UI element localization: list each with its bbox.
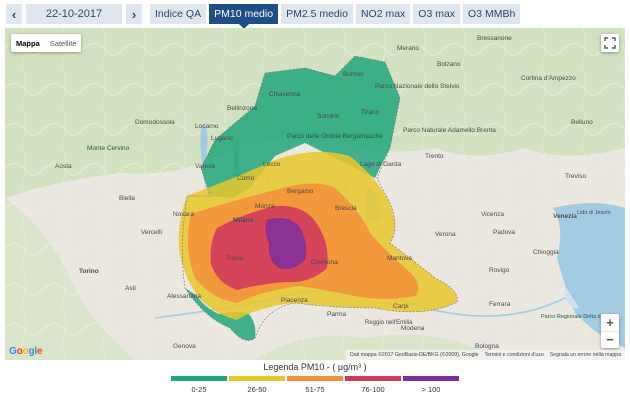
place-label: Tirano xyxy=(361,109,380,116)
legend-label: 26-50 xyxy=(247,385,267,394)
zoom-in-button[interactable]: + xyxy=(601,314,619,332)
legend-swatch xyxy=(229,376,285,381)
tab-pm25-medio[interactable]: PM2.5 medio xyxy=(281,4,353,24)
place-label: Lido di Jesolo xyxy=(577,210,611,216)
place-label: Brescia xyxy=(335,205,357,212)
place-label: Monza xyxy=(255,203,275,210)
tab-o3-mmbh[interactable]: O3 MMBh xyxy=(463,4,521,24)
map-view[interactable]: Bressanone Bolzano Cortina d'Ampezzo Par… xyxy=(5,28,625,360)
place-label: Cortina d'Ampezzo xyxy=(521,75,576,82)
tab-o3-max[interactable]: O3 max xyxy=(413,4,461,24)
place-label: Bologna xyxy=(475,343,499,350)
chevron-right-icon: › xyxy=(131,6,137,22)
place-label: Bressanone xyxy=(477,35,512,42)
map-canvas: Bressanone Bolzano Cortina d'Ampezzo Par… xyxy=(5,28,625,360)
place-label: Parco Naturale Adamello Brenta xyxy=(403,127,496,134)
prev-date-button[interactable]: ‹ xyxy=(6,4,22,24)
place-label: Mantova xyxy=(387,255,412,262)
legend-item: 0-25 xyxy=(170,376,228,394)
map-data-credit: Dati mappa ©2017 GeoBasis-DE/BKG (©2009)… xyxy=(350,352,479,358)
fullscreen-icon xyxy=(604,37,616,49)
place-label: Aosta xyxy=(55,163,72,170)
legend-item: 76-100 xyxy=(344,376,402,394)
place-label: Ferrara xyxy=(489,301,511,308)
place-label: Vercelli xyxy=(141,229,162,236)
tab-no2-max[interactable]: NO2 max xyxy=(355,4,411,24)
next-date-button[interactable]: › xyxy=(126,4,142,24)
place-label: Treviso xyxy=(565,173,586,180)
zoom-out-button[interactable]: − xyxy=(601,332,619,349)
place-label: Parco Nazionale dello Stelvio xyxy=(375,83,460,90)
place-label: Chiavenna xyxy=(269,91,300,98)
place-label: Trento xyxy=(425,153,444,160)
legend-label: 51-75 xyxy=(305,385,325,394)
place-label: Chioggia xyxy=(533,249,559,256)
place-label: Parco delle Orobie Bergamasche xyxy=(287,133,383,140)
date-display[interactable]: 22-10-2017 xyxy=(26,4,122,24)
place-label: Lecco xyxy=(263,161,281,168)
legend-swatch xyxy=(171,376,227,381)
legend-item: > 100 xyxy=(402,376,460,394)
place-label: Monte Cervino xyxy=(87,145,130,152)
place-label: Modena xyxy=(401,325,425,332)
place-label: Bolzano xyxy=(437,61,461,68)
map-type-map-button[interactable]: Mappa xyxy=(11,34,45,52)
place-label: Belluno xyxy=(571,119,593,126)
place-label: Pavia xyxy=(227,255,244,262)
place-label: Bellinzona xyxy=(227,105,257,112)
place-label: Asti xyxy=(125,285,136,292)
place-label: Rovigo xyxy=(489,267,510,274)
zoom-control: + − xyxy=(601,314,619,348)
tab-indice-qa[interactable]: Indice QA xyxy=(150,4,207,24)
place-label: Verona xyxy=(435,231,456,238)
place-label: Parma xyxy=(327,311,347,318)
chevron-left-icon: ‹ xyxy=(11,6,17,22)
place-label: Lugano xyxy=(211,135,233,142)
place-label: Como xyxy=(237,175,255,182)
place-label: Novara xyxy=(173,211,194,218)
legend-label: 0-25 xyxy=(191,385,207,394)
legend-swatch xyxy=(345,376,401,381)
place-label: Alessandria xyxy=(167,293,201,300)
legend-label: > 100 xyxy=(421,385,441,394)
report-error-link[interactable]: Segnala un errore nella mappa xyxy=(550,352,621,358)
map-type-satellite-button[interactable]: Satellite xyxy=(45,34,82,52)
legend-swatch xyxy=(403,376,459,381)
place-label: Bergamo xyxy=(287,188,314,195)
place-label: Lago di Garda xyxy=(360,161,402,168)
place-label: Milano xyxy=(233,217,254,224)
place-label: Bormio xyxy=(343,71,364,78)
google-logo[interactable]: Google xyxy=(9,346,43,357)
place-label: Varese xyxy=(195,163,215,170)
place-label: Genova xyxy=(173,343,196,350)
place-label: Locarno xyxy=(195,123,219,130)
legend: 0-25 26-50 51-75 76-100 > 100 xyxy=(170,376,460,394)
place-label: Venezia xyxy=(553,213,577,220)
place-label: Domodossola xyxy=(135,119,175,126)
place-label: Cremona xyxy=(311,259,338,266)
pollutant-tabs: Indice QA PM10 medio PM2.5 medio NO2 max… xyxy=(150,4,521,29)
place-label: Biella xyxy=(119,195,135,202)
legend-label: 76-100 xyxy=(361,385,385,394)
place-label: Carpi xyxy=(393,303,409,310)
top-toolbar: ‹ 22-10-2017 › Indice QA PM10 medio PM2.… xyxy=(0,0,630,29)
legend-item: 51-75 xyxy=(286,376,344,394)
place-label: Merano xyxy=(397,45,419,52)
terms-link[interactable]: Termini e condizioni d'uso xyxy=(485,352,544,358)
fullscreen-button[interactable] xyxy=(601,34,619,52)
place-label: Reggio nell'Emilia xyxy=(365,320,413,326)
legend-title: Legenda PM10 - ( µg/m³ ) xyxy=(263,362,367,372)
place-label: Vicenza xyxy=(481,211,504,218)
place-label: Piacenza xyxy=(281,297,308,304)
tab-pm10-medio[interactable]: PM10 medio xyxy=(209,4,279,29)
place-label: Torino xyxy=(79,268,99,275)
map-type-control: Mappa Satellite xyxy=(11,34,82,52)
legend-item: 26-50 xyxy=(228,376,286,394)
place-label: Sondrio xyxy=(317,113,340,120)
place-label: Padova xyxy=(493,229,515,236)
map-attribution: Dati mappa ©2017 GeoBasis-DE/BKG (©2009)… xyxy=(346,350,625,360)
legend-swatch xyxy=(287,376,343,381)
